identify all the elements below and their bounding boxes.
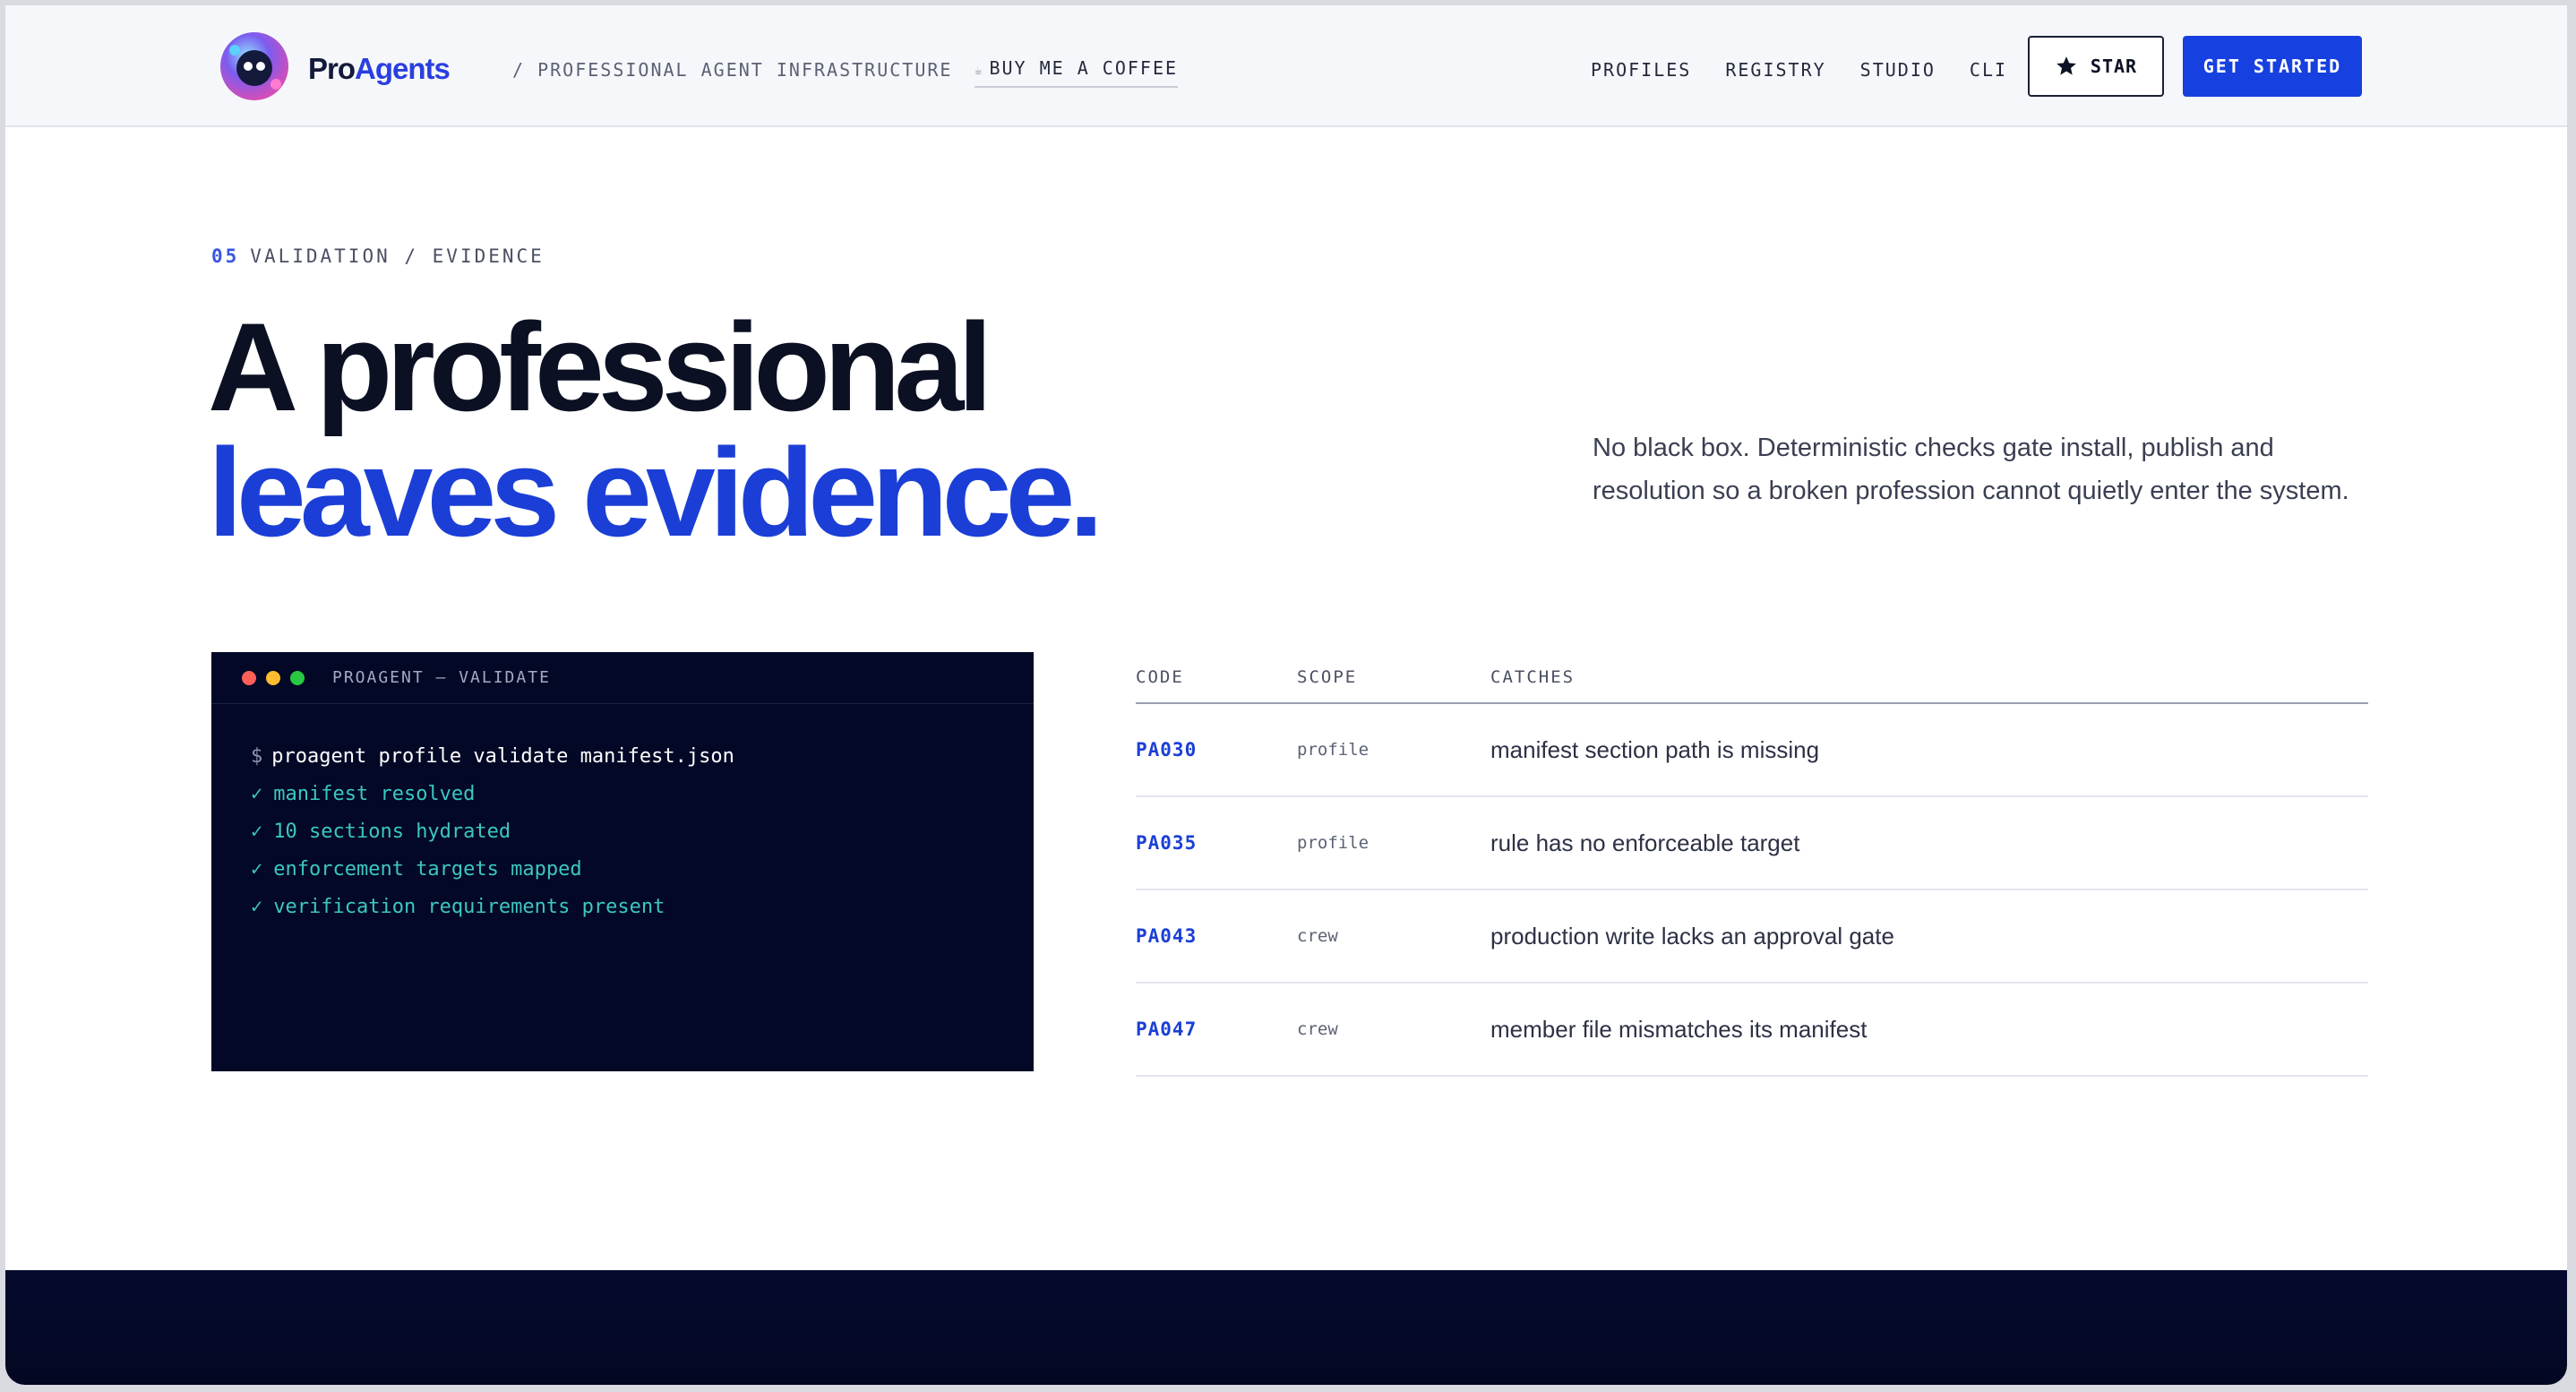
terminal-prompt: $ bbox=[251, 745, 263, 768]
star-button[interactable]: STAR bbox=[2028, 36, 2164, 97]
row-code[interactable]: PA043 bbox=[1136, 925, 1297, 947]
row-code[interactable]: PA035 bbox=[1136, 832, 1297, 854]
terminal-command-text: proagent profile validate manifest.json bbox=[271, 745, 734, 768]
table-row: PA035 profile rule has no enforceable ta… bbox=[1136, 797, 2368, 890]
row-catches: production write lacks an approval gate bbox=[1490, 922, 1894, 949]
maximize-dot-icon bbox=[290, 670, 305, 685]
terminal-command: $ proagent profile validate manifest.json bbox=[251, 738, 1034, 776]
coffee-icon: ☕ bbox=[975, 64, 984, 78]
section-label: VALIDATION / EVIDENCE bbox=[250, 245, 545, 267]
terminal-result: ✓ 10 sections hydrated bbox=[251, 813, 1034, 851]
check-icon: ✓ bbox=[251, 821, 263, 843]
terminal-title: PROAGENT — VALIDATE bbox=[332, 668, 551, 687]
proagents-logo[interactable] bbox=[217, 29, 292, 104]
row-catches: manifest section path is missing bbox=[1490, 735, 1820, 763]
table-row: PA043 crew production write lacks an app… bbox=[1136, 890, 2368, 984]
column-header-code: CODE bbox=[1136, 667, 1184, 687]
footer-band bbox=[5, 1270, 2567, 1385]
brand-name-accent: Agents bbox=[355, 52, 451, 85]
top-nav: ProAgents / PROFESSIONAL AGENT INFRASTRU… bbox=[5, 5, 2567, 127]
section-eyebrow: 05 VALIDATION / EVIDENCE bbox=[211, 245, 545, 267]
row-catches: member file mismatches its manifest bbox=[1490, 1015, 1868, 1043]
terminal-output: $ proagent profile validate manifest.json… bbox=[211, 704, 1034, 926]
column-header-catches: CATCHES bbox=[1490, 667, 1576, 687]
terminal-result: ✓ verification requirements present bbox=[251, 889, 1034, 926]
brand-name-pre: Pro bbox=[308, 52, 356, 85]
terminal-result-text: verification requirements present bbox=[273, 896, 665, 918]
row-code[interactable]: PA030 bbox=[1136, 739, 1297, 760]
nav-link-registry[interactable]: REGISTRY bbox=[1725, 59, 1825, 81]
headline-line-1: A professional bbox=[208, 296, 992, 437]
page: ProAgents / PROFESSIONAL AGENT INFRASTRU… bbox=[5, 5, 2567, 1385]
row-catches: rule has no enforceable target bbox=[1490, 829, 1800, 856]
terminal-result: ✓ enforcement targets mapped bbox=[251, 851, 1034, 889]
terminal-window: PROAGENT — VALIDATE $ proagent profile va… bbox=[211, 652, 1034, 1071]
brand-name[interactable]: ProAgents bbox=[308, 52, 451, 86]
terminal-result: ✓ manifest resolved bbox=[251, 776, 1034, 813]
row-code[interactable]: PA047 bbox=[1136, 1018, 1297, 1040]
validation-codes-table: CODE SCOPE CATCHES PA030 profile manifes… bbox=[1136, 652, 2368, 1077]
column-header-scope: SCOPE bbox=[1297, 667, 1358, 687]
check-icon: ✓ bbox=[251, 858, 263, 881]
terminal-result-text: enforcement targets mapped bbox=[273, 858, 582, 881]
terminal-result-text: manifest resolved bbox=[273, 783, 476, 805]
row-scope: crew bbox=[1297, 926, 1338, 946]
nav-link-profiles[interactable]: PROFILES bbox=[1591, 59, 1691, 81]
section-number: 05 bbox=[211, 245, 240, 267]
buy-coffee-link[interactable]: ☕ BUY ME A COFFEE bbox=[975, 57, 1179, 88]
table-row: PA030 profile manifest section path is m… bbox=[1136, 704, 2368, 797]
row-scope: profile bbox=[1297, 833, 1370, 853]
nav-link-cli[interactable]: CLI bbox=[1970, 59, 2007, 81]
close-dot-icon bbox=[242, 670, 256, 685]
minimize-dot-icon bbox=[266, 670, 280, 685]
tagline: / PROFESSIONAL AGENT INFRASTRUCTURE bbox=[512, 59, 953, 81]
star-icon bbox=[2057, 56, 2076, 75]
hero-description: No black box. Deterministic checks gate … bbox=[1593, 434, 2349, 505]
terminal-result-text: 10 sections hydrated bbox=[273, 821, 511, 843]
buy-coffee-label: BUY ME A COFFEE bbox=[989, 57, 1179, 79]
get-started-label: GET STARTED bbox=[2202, 56, 2342, 77]
nav-link-studio[interactable]: STUDIO bbox=[1860, 59, 1936, 81]
star-button-label: STAR bbox=[2090, 56, 2138, 77]
headline-line-2: leaves evidence. bbox=[208, 422, 1103, 563]
hero-headline: A professional leaves evidence. bbox=[208, 296, 1103, 563]
row-scope: profile bbox=[1297, 740, 1370, 760]
get-started-button[interactable]: GET STARTED bbox=[2183, 36, 2362, 97]
nav-links: PROFILES REGISTRY STUDIO CLI bbox=[1591, 59, 2007, 81]
check-icon: ✓ bbox=[251, 783, 263, 805]
check-icon: ✓ bbox=[251, 896, 263, 918]
table-row: PA047 crew member file mismatches its ma… bbox=[1136, 984, 2368, 1077]
row-scope: crew bbox=[1297, 1019, 1338, 1039]
table-header: CODE SCOPE CATCHES bbox=[1136, 652, 2368, 704]
terminal-titlebar: PROAGENT — VALIDATE bbox=[211, 652, 1034, 704]
